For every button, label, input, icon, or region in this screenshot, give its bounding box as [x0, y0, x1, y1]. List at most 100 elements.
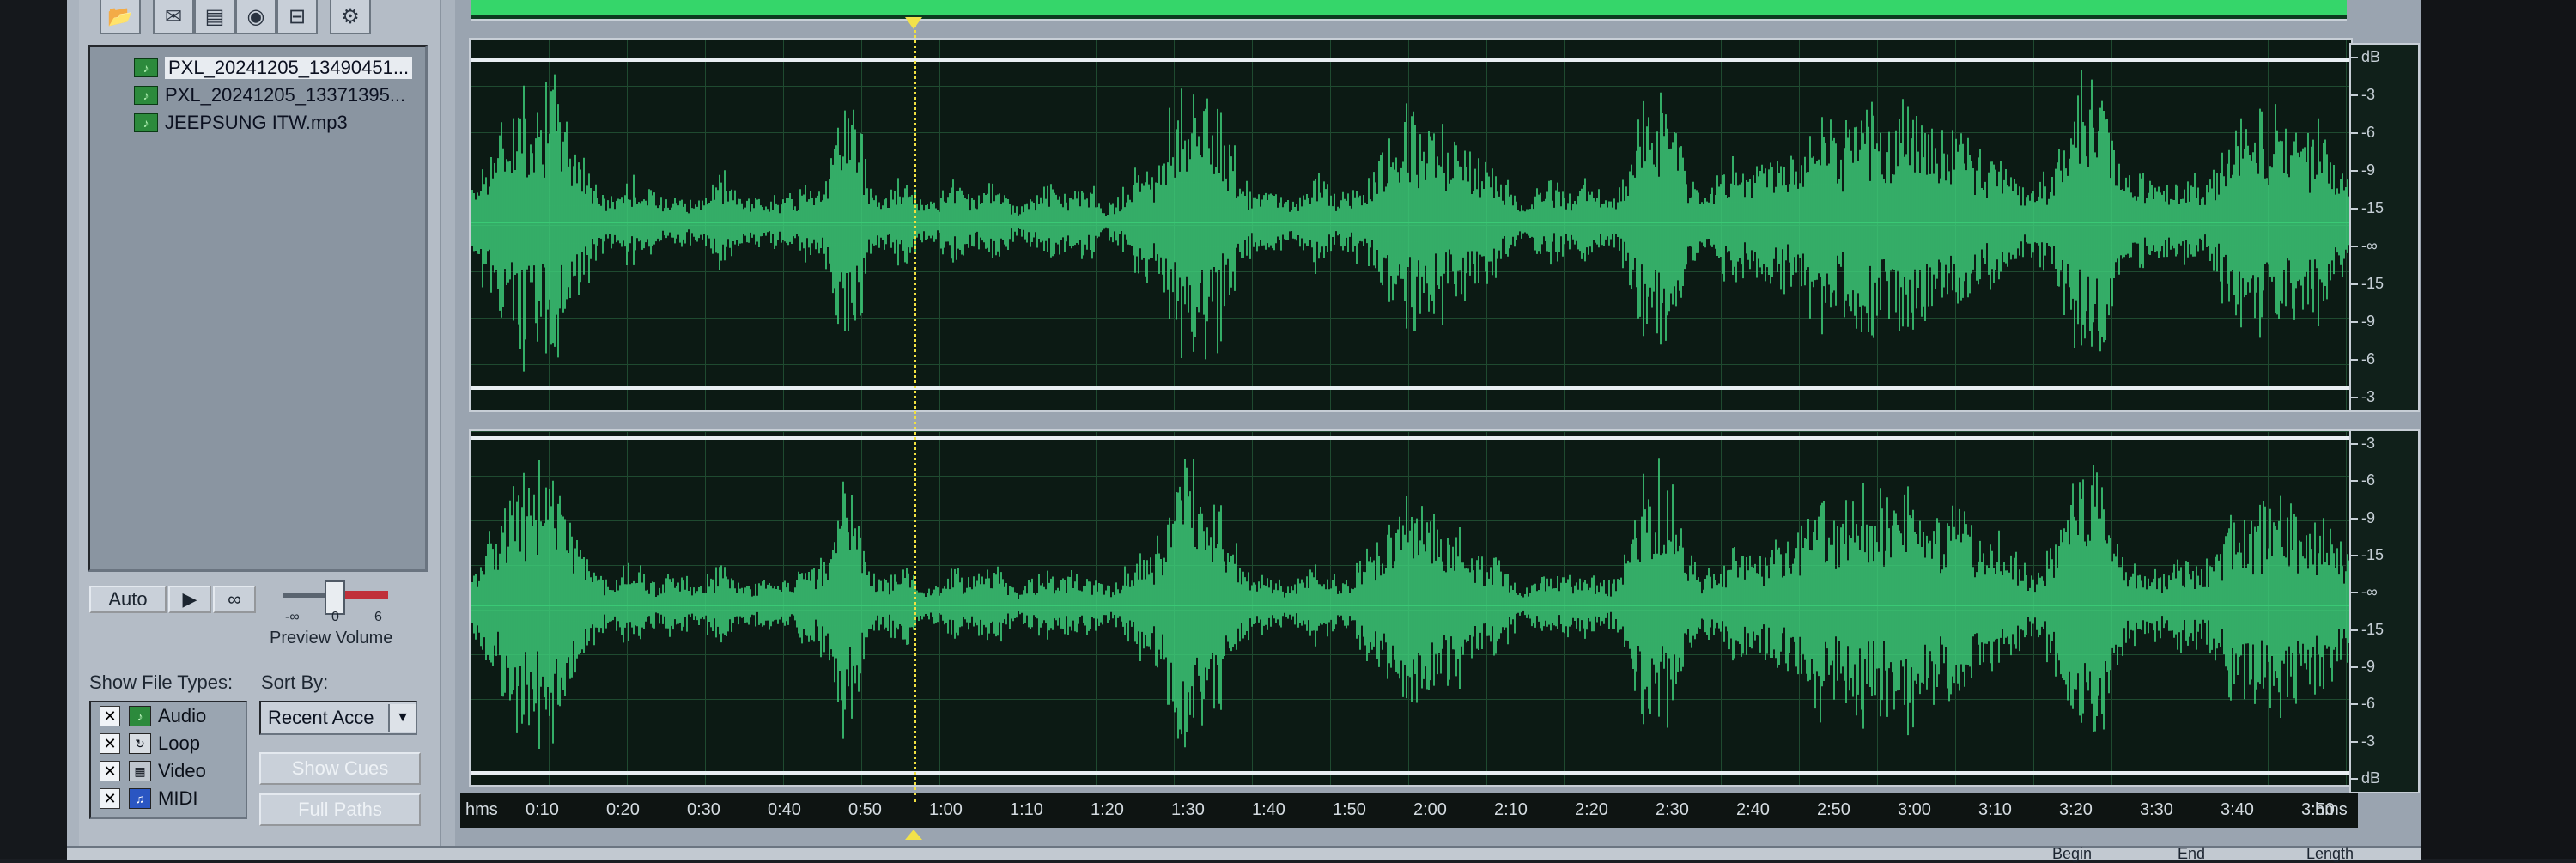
- db-tick: [2351, 592, 2358, 594]
- db-tick: [2351, 740, 2358, 743]
- file-item-1[interactable]: ♪ PXL_20241205_13490451...: [134, 55, 413, 81]
- loop-preview-button[interactable]: ∞: [213, 586, 256, 613]
- type-loop[interactable]: ✕ ↻ Loop: [100, 732, 200, 756]
- db-tick: [2351, 517, 2358, 520]
- db-label: -3: [2361, 732, 2376, 750]
- playhead-marker-bottom[interactable]: [905, 830, 922, 840]
- time-label: 0:30: [687, 800, 720, 819]
- sort-by-select[interactable]: Recent Acce ▼: [259, 701, 417, 735]
- db-label: -∞: [2361, 237, 2378, 254]
- db-label: -15: [2361, 199, 2385, 216]
- db-label: -6: [2361, 471, 2376, 489]
- open-file-button[interactable]: 📂: [100, 0, 141, 34]
- preview-volume-label: Preview Volume: [270, 629, 393, 647]
- file-item-2[interactable]: ♪ PXL_20241205_13371395...: [134, 82, 405, 108]
- type-label: Loop: [158, 732, 200, 754]
- db-tick: [2351, 629, 2358, 631]
- sort-by-label: Sort By:: [261, 672, 329, 693]
- status-end-label: End: [2178, 845, 2206, 862]
- status-length-label: Length: [2306, 845, 2354, 862]
- play-preview-button[interactable]: ▶: [168, 586, 211, 613]
- time-label: 0:40: [768, 800, 801, 819]
- loop-file-icon: ↻: [129, 733, 151, 754]
- db-tick: [2351, 397, 2358, 398]
- status-begin-label: Begin: [2052, 845, 2093, 862]
- options-button[interactable]: ⚙: [330, 0, 371, 34]
- monitor-bezel-left: [0, 0, 67, 859]
- db-label: -9: [2361, 161, 2376, 179]
- db-label: -3: [2361, 435, 2376, 452]
- insert-icon: ▤: [204, 4, 225, 28]
- insert-button[interactable]: ▤: [194, 0, 235, 34]
- waveform-path: [471, 70, 2350, 372]
- auto-play-button[interactable]: Auto: [89, 586, 167, 613]
- db-tick: [2351, 555, 2358, 556]
- checkbox-midi[interactable]: ✕: [100, 788, 120, 809]
- db-label: -15: [2361, 275, 2385, 292]
- record-button[interactable]: ◉: [235, 0, 276, 34]
- db-tick: [2351, 778, 2358, 780]
- time-label: 3:40: [2221, 800, 2254, 819]
- type-label: Audio: [158, 705, 207, 726]
- file-item-3[interactable]: ♪ JEEPSUNG ITW.mp3: [134, 110, 348, 136]
- checkbox-video[interactable]: ✕: [100, 761, 120, 781]
- db-label: -3: [2361, 86, 2376, 103]
- chevron-down-icon[interactable]: ▼: [388, 704, 416, 732]
- time-label: 1:30: [1171, 800, 1205, 819]
- time-label: 0:20: [606, 800, 640, 819]
- db-tick: [2351, 666, 2358, 668]
- checkbox-audio[interactable]: ✕: [100, 706, 120, 726]
- time-label: 3:20: [2059, 800, 2093, 819]
- type-video[interactable]: ✕ ▦ Video: [100, 759, 206, 783]
- waveform-channel-left[interactable]: [469, 38, 2353, 412]
- volume-mid-label: 0: [331, 610, 339, 624]
- waveform-right: [471, 458, 2350, 749]
- time-label: 1:00: [929, 800, 963, 819]
- show-file-types-label: Show File Types:: [89, 672, 234, 693]
- sort-by-value: Recent Acce: [268, 707, 374, 728]
- overview-waveform: [471, 0, 2347, 15]
- checkbox-loop[interactable]: ✕: [100, 733, 120, 754]
- time-label: 2:00: [1413, 800, 1447, 819]
- show-cues-button[interactable]: Show Cues: [259, 752, 421, 785]
- db-label: -9: [2361, 658, 2376, 675]
- video-file-icon: ▦: [129, 761, 151, 781]
- close-file-icon: ⊟: [288, 4, 307, 28]
- db-tick: [2351, 94, 2358, 96]
- import-button[interactable]: ✉: [153, 0, 194, 34]
- time-label: 3:30: [2140, 800, 2173, 819]
- db-tick: [2351, 208, 2358, 210]
- db-tick: [2351, 480, 2358, 483]
- file-name: PXL_20241205_13371395...: [165, 84, 406, 106]
- db-tick: [2351, 57, 2358, 58]
- file-name: PXL_20241205_13490451...: [165, 57, 413, 79]
- db-tick: [2351, 359, 2358, 361]
- file-name: JEEPSUNG ITW.mp3: [165, 112, 348, 133]
- time-ruler[interactable]: hms hms 0:10 0:20 0:30 0:40 0:50 1:00 1:10 1:20…: [460, 793, 2358, 828]
- close-file-button[interactable]: ⊟: [276, 0, 318, 34]
- disc-icon: ◉: [246, 4, 265, 28]
- time-label: 0:50: [848, 800, 882, 819]
- time-label: 1:40: [1252, 800, 1285, 819]
- waveform-channel-right[interactable]: [469, 429, 2353, 787]
- playhead-cursor[interactable]: [914, 19, 916, 802]
- db-tick: [2351, 443, 2358, 445]
- db-label: -9: [2361, 508, 2376, 526]
- full-paths-button[interactable]: Full Paths: [259, 793, 421, 826]
- time-label: 2:10: [1494, 800, 1528, 819]
- monitor-bezel-right: [2421, 0, 2576, 859]
- audio-file-icon: ♪: [134, 58, 158, 77]
- type-audio[interactable]: ✕ ♪ Audio: [100, 704, 206, 728]
- playhead-marker-top[interactable]: [905, 17, 922, 29]
- db-label: -6: [2361, 350, 2376, 368]
- db-tick: [2351, 170, 2358, 172]
- time-unit-left: hms: [465, 800, 498, 819]
- volume-min-label: -∞: [285, 610, 300, 624]
- db-label: -15: [2361, 546, 2385, 563]
- time-label: 1:10: [1010, 800, 1043, 819]
- db-tick: [2351, 283, 2358, 285]
- type-midi[interactable]: ✕ ♫ MIDI: [100, 787, 197, 811]
- time-label: 2:30: [1656, 800, 1689, 819]
- time-label: 3:10: [1978, 800, 2012, 819]
- db-ruler-left: dB -3 -6 -9 -15 -∞ -15 -9 -6 -3: [2349, 43, 2420, 412]
